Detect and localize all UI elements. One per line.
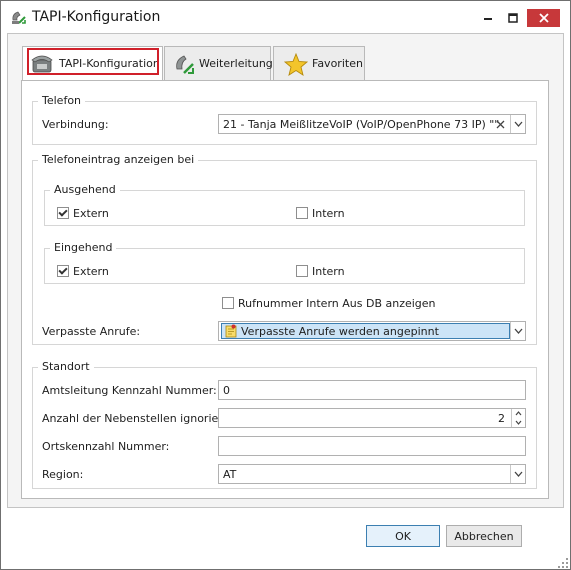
star-icon <box>284 53 308 76</box>
tab-favoriten[interactable]: Favoriten <box>273 46 365 80</box>
ok-button[interactable]: OK <box>366 525 440 547</box>
close-icon <box>538 13 549 23</box>
verbindung-value: 21 - Tanja MeißlitzeVoIP (VoIP/OpenPhone… <box>223 117 500 131</box>
cancel-button[interactable]: Abbrechen <box>446 525 522 547</box>
eingehend-title: Eingehend <box>50 241 117 254</box>
eingehend-extern-label: Extern <box>73 265 109 278</box>
verpasste-dropdown-button[interactable] <box>510 322 525 340</box>
rufnummer-label: Rufnummer Intern Aus DB anzeigen <box>238 297 436 310</box>
window-title: TAPI-Konfiguration <box>32 9 161 25</box>
tab-content-panel: Telefon Verbindung: 21 - Tanja Meißlitze… <box>21 80 549 499</box>
ausgehend-intern-label: Intern <box>312 207 345 220</box>
amtsleitung-value: 0 <box>223 383 230 397</box>
region-select[interactable]: AT <box>218 464 526 484</box>
ortskennzahl-label: Ortskennzahl Nummer: <box>42 440 170 453</box>
minimize-icon <box>484 18 492 20</box>
tab-weiterleitung[interactable]: Weiterleitung <box>164 46 273 80</box>
maximize-button[interactable] <box>502 9 524 27</box>
region-value: AT <box>223 467 237 481</box>
spinner-buttons <box>511 409 525 427</box>
verbindung-label: Verbindung: <box>42 118 109 131</box>
eingehend-intern-label: Intern <box>312 265 345 278</box>
nebenstellen-value: 2 <box>498 411 505 425</box>
region-dropdown-button[interactable] <box>510 465 525 483</box>
close-button[interactable] <box>527 9 560 27</box>
region-label: Region: <box>42 468 84 481</box>
resize-grip-icon[interactable] <box>557 557 569 569</box>
verpasste-select[interactable]: Verpasste Anrufe werden angepinnt <box>218 321 526 341</box>
tab-label: Weiterleitung <box>199 57 273 70</box>
chevron-down-icon <box>514 328 522 334</box>
ausgehend-extern-checkbox[interactable] <box>57 206 69 219</box>
active-tab-highlight <box>27 48 159 75</box>
verbindung-select[interactable]: 21 - Tanja MeißlitzeVoIP (VoIP/OpenPhone… <box>218 114 526 134</box>
spin-down-button[interactable] <box>512 418 525 427</box>
eingehend-extern-checkbox[interactable] <box>57 264 69 277</box>
ortskennzahl-input[interactable] <box>218 436 526 456</box>
clear-icon <box>496 120 505 128</box>
eingehend-intern-checkbox[interactable] <box>296 265 308 277</box>
standort-group-title: Standort <box>38 360 94 373</box>
ausgehend-intern-checkbox[interactable] <box>296 207 308 219</box>
ausgehend-extern-label: Extern <box>73 207 109 220</box>
chevron-down-icon <box>515 420 522 425</box>
nebenstellen-spinner[interactable]: 2 <box>218 408 526 428</box>
telefon-group-title: Telefon <box>38 94 86 107</box>
phone-forward-icon <box>176 55 194 74</box>
chevron-up-icon <box>515 411 522 416</box>
verpasste-label: Verpasste Anrufe: <box>42 325 141 338</box>
rufnummer-checkbox[interactable] <box>222 297 234 309</box>
checkmark-icon <box>58 206 68 217</box>
amtsleitung-input[interactable]: 0 <box>218 380 526 400</box>
title-bar[interactable]: TAPI-Konfiguration <box>1 1 570 33</box>
amtsleitung-label: Amtsleitung Kennzahl Nummer: <box>42 384 217 397</box>
spin-up-button[interactable] <box>512 409 525 418</box>
verpasste-selection: Verpasste Anrufe werden angepinnt <box>221 323 510 339</box>
note-pin-icon <box>225 324 237 338</box>
ausgehend-title: Ausgehend <box>50 183 120 196</box>
telefoneintrag-group-title: Telefoneintrag anzeigen bei <box>38 153 199 166</box>
nebenstellen-label: Anzahl der Nebenstellen ignorieren: <box>42 412 240 425</box>
maximize-icon <box>508 13 518 23</box>
tab-label: Favoriten <box>312 57 363 70</box>
verpasste-value: Verpasste Anrufe werden angepinnt <box>241 324 439 338</box>
app-icon <box>12 11 26 24</box>
dialog-window: TAPI-Konfiguration TAPI-Konfiguration We… <box>0 0 571 570</box>
chevron-down-icon <box>514 471 522 477</box>
verbindung-dropdown-button[interactable] <box>510 115 525 133</box>
clear-button[interactable] <box>493 115 508 133</box>
checkmark-icon <box>58 264 68 275</box>
minimize-button[interactable] <box>477 9 499 27</box>
chevron-down-icon <box>514 121 522 127</box>
